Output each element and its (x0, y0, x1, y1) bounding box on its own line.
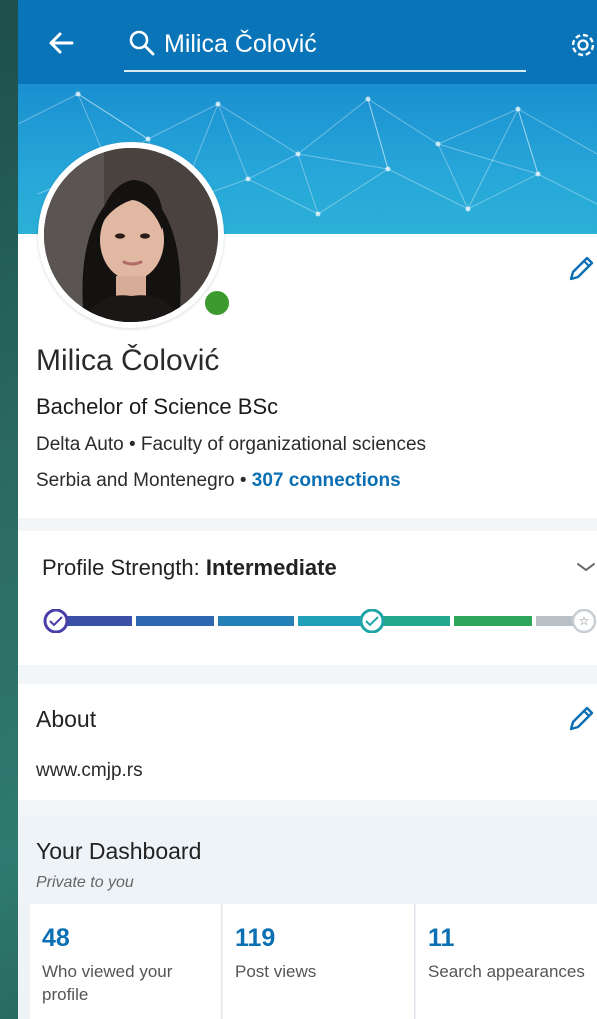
avatar[interactable] (38, 142, 232, 328)
stat-value: 48 (42, 924, 70, 952)
gear-icon[interactable] (566, 28, 597, 62)
stat-label: Post views (235, 962, 317, 981)
search-icon (129, 30, 155, 56)
pencil-icon[interactable] (566, 254, 596, 284)
search-input[interactable]: Milica Čolović (124, 20, 526, 72)
top-bar: Milica Čolović (18, 0, 597, 84)
check-icon (43, 609, 69, 633)
online-status-dot (202, 288, 232, 318)
location-text: Serbia and Montenegro • (36, 470, 252, 491)
profile-location: Serbia and Montenegro • 307 connections (36, 470, 401, 492)
stat-label: Search appearances (428, 962, 585, 981)
chevron-down-icon[interactable] (574, 555, 597, 579)
stat-label: Who viewed your profile (42, 962, 173, 1004)
stat-search-appearances[interactable]: 11 Search appearances (416, 904, 597, 1019)
connections-link[interactable]: 307 connections (252, 470, 401, 491)
pencil-icon[interactable] (566, 704, 596, 734)
profile-headline: Bachelor of Science BSc (36, 394, 279, 419)
strength-prefix: Profile Strength: (42, 555, 206, 580)
app-window: Milica Čolović Milica Čolović Bachelor o… (18, 0, 597, 1019)
dashboard-title: Your Dashboard (36, 838, 202, 864)
search-value: Milica Čolović (164, 30, 317, 58)
about-title: About (36, 706, 97, 732)
stat-value: 11 (428, 924, 455, 952)
dashboard-subtitle: Private to you (36, 874, 134, 891)
profile-strength-meter: ☆ (43, 609, 597, 633)
about-card: About www.cmjp.rs (18, 684, 597, 800)
star-icon: ☆ (579, 614, 590, 628)
stat-value: 119 (235, 924, 276, 952)
back-arrow-icon (49, 32, 74, 54)
profile-strength-card[interactable]: Profile Strength: Intermediate ☆ (18, 531, 597, 665)
profile-name: Milica Čolović (36, 344, 220, 377)
dashboard-card: Your Dashboard Private to you 48 Who vie… (18, 816, 597, 1019)
stat-profile-views[interactable]: 48 Who viewed your profile (30, 904, 222, 1019)
back-button[interactable] (46, 28, 76, 58)
strength-level: Intermediate (205, 555, 337, 580)
stat-post-views[interactable]: 119 Post views (223, 904, 415, 1019)
profile-strength-label: Profile Strength: Intermediate (42, 555, 337, 581)
about-text: www.cmjp.rs (36, 760, 143, 781)
profile-company: Delta Auto • Faculty of organizational s… (36, 434, 427, 455)
avatar-photo (44, 148, 218, 322)
